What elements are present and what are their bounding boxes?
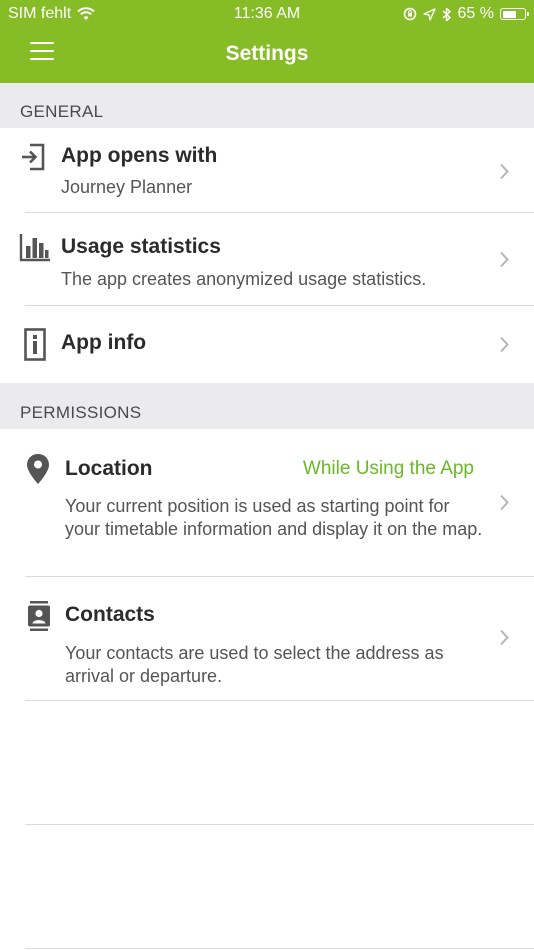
setting-subtitle: Your contacts are used to select the add… <box>65 643 444 686</box>
chevron-right-icon <box>500 494 509 511</box>
setting-row-app-info[interactable]: App info <box>0 306 534 383</box>
row-divider <box>25 824 534 825</box>
bar-chart-icon <box>19 234 50 262</box>
sign-in-icon <box>22 143 45 171</box>
setting-title: Location <box>65 457 153 480</box>
setting-title: App info <box>61 331 147 354</box>
location-permission-value: While Using the App <box>302 458 474 479</box>
status-bar: SIM fehlt 11:36 AM 65 % <box>0 0 534 28</box>
page-title: Settings <box>225 42 309 65</box>
setting-title: Contacts <box>65 603 155 626</box>
section-header-permissions: PERMISSIONS <box>0 383 534 429</box>
battery-level <box>502 10 516 18</box>
setting-row-app-opens-with[interactable]: App opens with Journey Planner <box>0 128 534 213</box>
section-label-general: GENERAL <box>20 102 104 121</box>
section-label-permissions: PERMISSIONS <box>20 403 142 422</box>
contacts-icon <box>28 601 50 631</box>
location-pin-icon <box>27 454 49 484</box>
status-right: 65 % <box>403 5 529 23</box>
row-divider <box>25 948 534 949</box>
battery-icon <box>500 8 529 20</box>
battery-tip <box>527 12 529 16</box>
section-header-general: GENERAL <box>0 83 534 128</box>
setting-subtitle: The app creates anonymized usage statist… <box>61 269 427 289</box>
chevron-right-icon <box>500 336 509 353</box>
setting-title: Usage statistics <box>61 235 221 258</box>
row-divider <box>25 700 534 701</box>
setting-subtitle: Your current position is used as startin… <box>65 496 483 539</box>
info-icon <box>24 328 46 361</box>
location-arrow-icon <box>422 7 436 21</box>
battery-percent: 65 % <box>457 5 494 22</box>
setting-row-usage-statistics[interactable]: Usage statistics The app creates anonymi… <box>0 213 534 305</box>
chevron-right-icon <box>500 251 509 268</box>
setting-row-contacts[interactable]: Contacts Your contacts are used to selec… <box>0 577 534 700</box>
setting-title: App opens with <box>61 144 218 167</box>
chevron-right-icon <box>500 629 509 646</box>
bluetooth-icon <box>442 7 451 21</box>
setting-subtitle: Journey Planner <box>61 177 193 197</box>
setting-row-location[interactable]: Location While Using the App Your curren… <box>0 429 534 576</box>
chevron-right-icon <box>500 163 509 180</box>
app-header: SIM fehlt 11:36 AM 65 % Settings <box>0 0 534 83</box>
orientation-lock-icon <box>403 7 416 21</box>
